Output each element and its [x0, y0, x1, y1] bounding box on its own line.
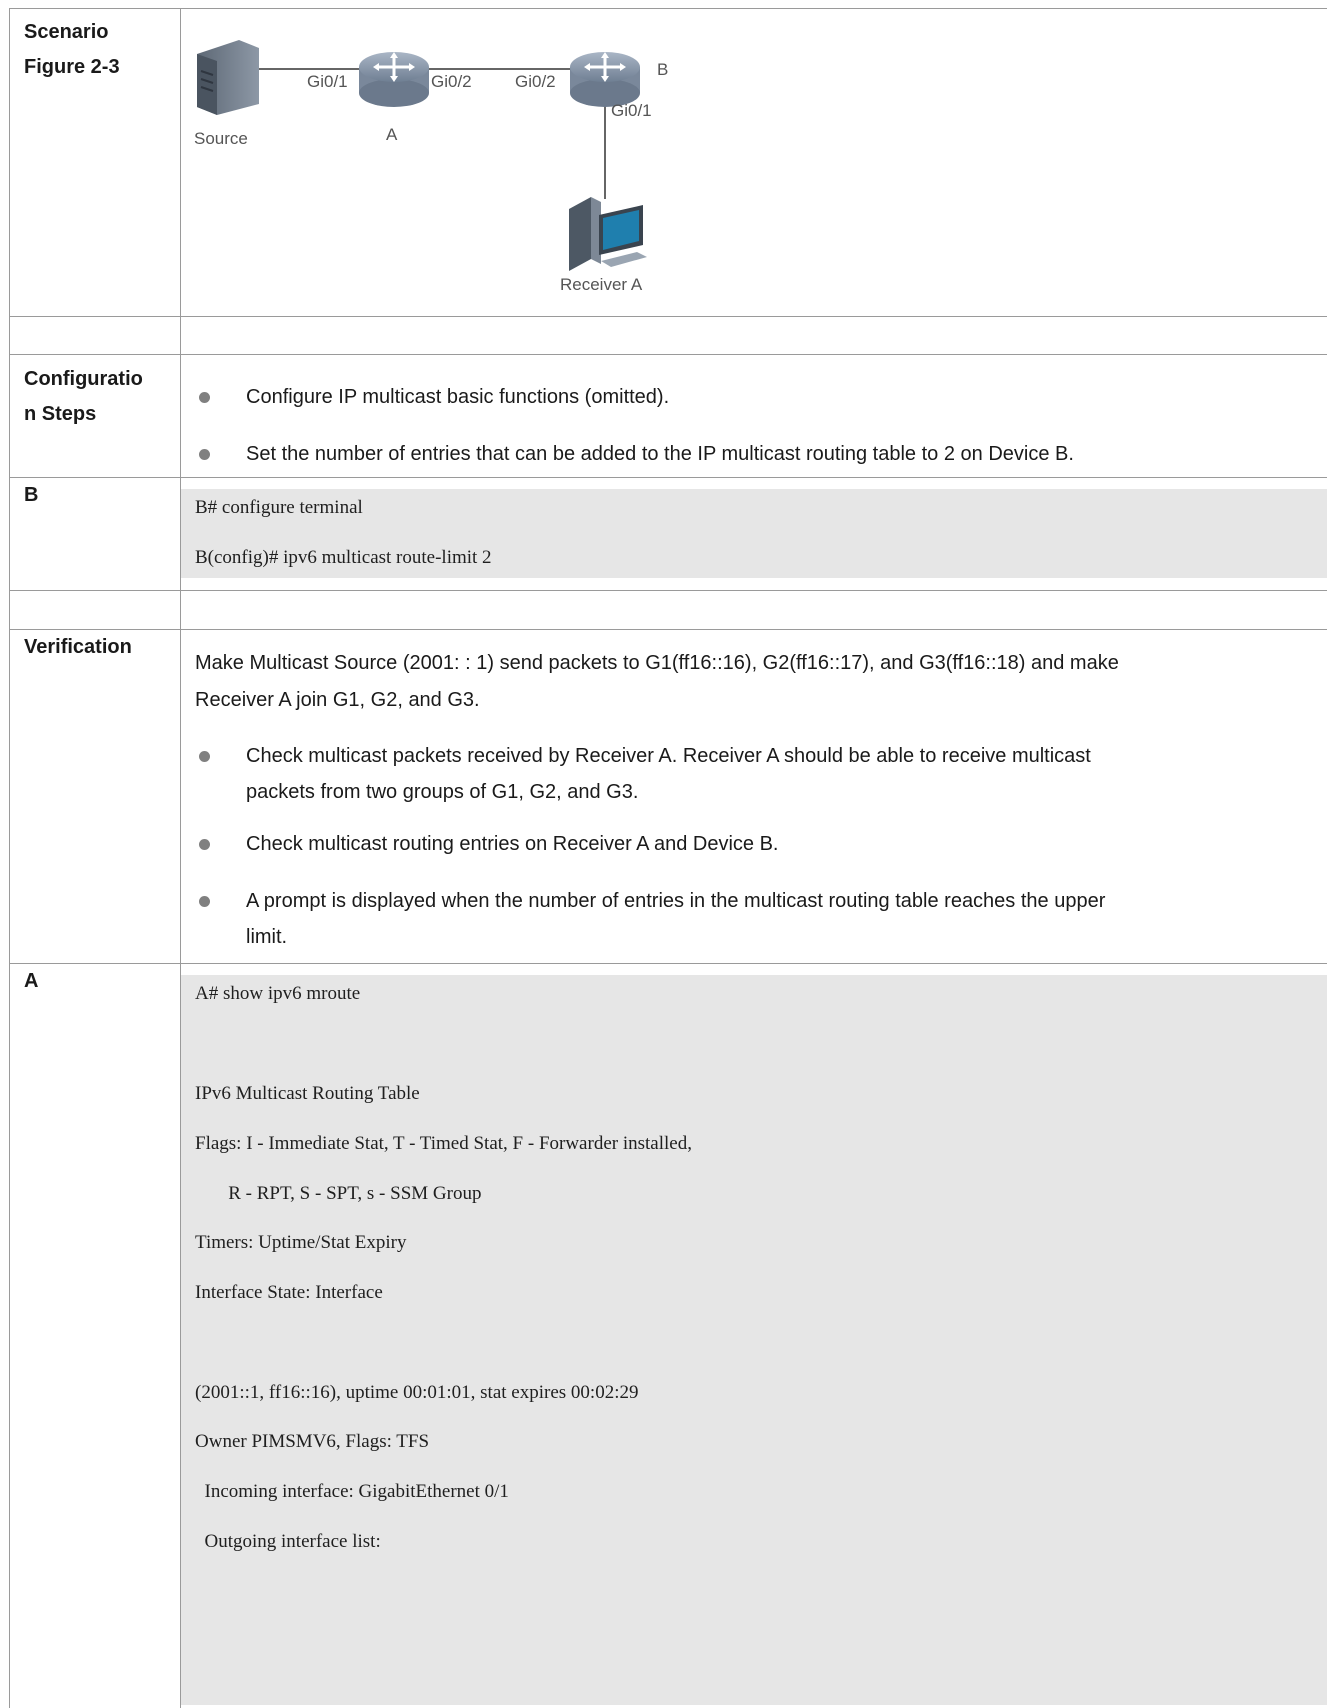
row-divider: [9, 477, 1327, 478]
pc-icon: [569, 197, 647, 271]
verification-label: Verification: [24, 636, 132, 658]
router-a-label: A: [386, 125, 398, 144]
config-step-1: Configure IP multicast basic functions (…: [246, 386, 670, 408]
bullet-icon: [199, 896, 210, 907]
row-divider: [9, 963, 1327, 964]
bullet-icon: [199, 392, 210, 403]
verification-intro-1: Make Multicast Source (2001: : 1) send p…: [195, 652, 1119, 674]
row-divider: [9, 354, 1327, 355]
code-line: A# show ipv6 mroute: [195, 983, 361, 1004]
code-line: IPv6 Multicast Routing Table: [195, 1083, 420, 1104]
code-line: R - RPT, S - SPT, s - SSM Group: [195, 1183, 482, 1204]
port-b-left-label: Gi0/2: [515, 72, 556, 91]
code-line: Owner PIMSMV6, Flags: TFS: [195, 1431, 430, 1452]
code-line: Outgoing interface list:: [195, 1531, 381, 1552]
verification-intro-2: Receiver A join G1, G2, and G3.: [195, 689, 480, 711]
bullet-icon: [199, 839, 210, 850]
source-label: Source: [194, 129, 248, 148]
server-icon: [197, 40, 259, 115]
port-a-right-label: Gi0/2: [431, 72, 472, 91]
verification-bullet-1a: Check multicast packets received by Rece…: [246, 745, 1091, 767]
router-b-icon: [570, 52, 640, 107]
code-line: B# configure terminal: [195, 497, 363, 518]
table-left-border: [9, 8, 10, 1708]
code-line: (2001::1, ff16::16), uptime 00:01:01, st…: [195, 1382, 639, 1403]
verification-bullet-1b: packets from two groups of G1, G2, and G…: [246, 781, 639, 803]
network-diagram: Source A B Receiver A Gi0/1 Gi0/2 Gi0/2 …: [181, 9, 1327, 315]
code-line: B(config)# ipv6 multicast route-limit 2: [195, 547, 492, 568]
code-line: Incoming interface: GigabitEthernet 0/1: [195, 1481, 509, 1502]
router-b-label: B: [657, 60, 669, 79]
code-line: Flags: I - Immediate Stat, T - Timed Sta…: [195, 1133, 692, 1154]
device-b-label: B: [24, 484, 39, 506]
scenario-label: Scenario: [24, 21, 109, 43]
config-steps-label-2: n Steps: [24, 403, 97, 425]
verification-bullet-3b: limit.: [246, 926, 288, 948]
network-diagram-svg: [197, 40, 647, 271]
verification-bullet-2: Check multicast routing entries on Recei…: [246, 833, 779, 855]
code-line: Interface State: Interface: [195, 1282, 383, 1303]
config-steps-label-1: Configuratio: [24, 368, 143, 390]
row-divider: [9, 316, 1327, 317]
row-divider: [9, 629, 1327, 630]
port-b-down-label: Gi0/1: [611, 101, 652, 120]
port-a-left-label: Gi0/1: [307, 72, 348, 91]
router-a-icon: [359, 52, 429, 107]
row-divider: [9, 590, 1327, 591]
bullet-icon: [199, 751, 210, 762]
code-line: Timers: Uptime/Stat Expiry: [195, 1232, 407, 1253]
verification-bullet-3a: A prompt is displayed when the number of…: [246, 890, 1106, 912]
bullet-icon: [199, 449, 210, 460]
device-a-label: A: [24, 970, 39, 992]
config-step-2: Set the number of entries that can be ad…: [246, 443, 1074, 465]
figure-label: Figure 2-3: [24, 56, 120, 78]
receiver-label: Receiver A: [560, 275, 643, 294]
